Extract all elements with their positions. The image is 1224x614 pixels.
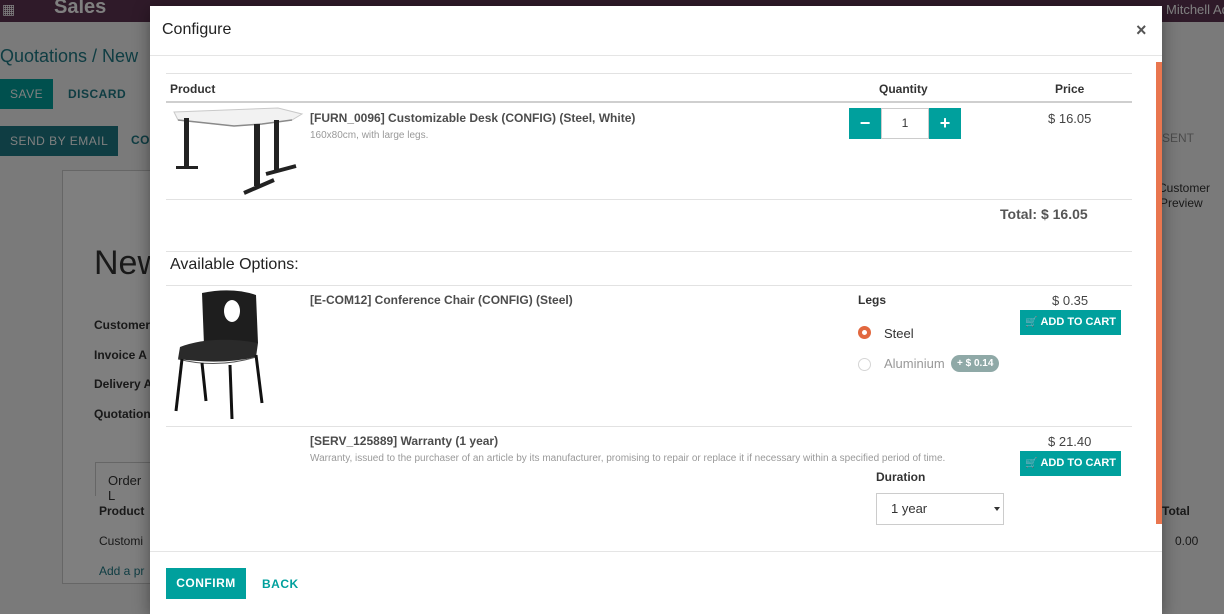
minus-icon[interactable]: − bbox=[849, 108, 881, 139]
attribute-label-duration: Duration bbox=[876, 470, 926, 484]
option-warranty-name: [SERV_125889] Warranty (1 year) bbox=[310, 434, 499, 448]
total-divider bbox=[166, 251, 1132, 252]
modal-scrollbar[interactable] bbox=[1156, 62, 1162, 524]
main-product-name: [FURN_0096] Customizable Desk (CONFIG) (… bbox=[310, 111, 636, 125]
header-price: Price bbox=[1055, 82, 1085, 96]
option-chair-price: $ 0.35 bbox=[1052, 293, 1089, 308]
header-product: Product bbox=[170, 82, 216, 96]
configure-modal: Configure × bbox=[150, 6, 1162, 614]
row-divider bbox=[166, 199, 1132, 200]
option-chair-name: [E-COM12] Conference Chair (CONFIG) (Ste… bbox=[310, 293, 573, 307]
add-to-cart-warranty-button[interactable]: 🛒 ADD TO CART bbox=[1020, 451, 1121, 476]
back-button[interactable]: BACK bbox=[262, 577, 299, 591]
options-divider bbox=[166, 285, 1132, 286]
header-quantity: Quantity bbox=[879, 82, 928, 96]
dropdown-caret-icon bbox=[994, 507, 1000, 511]
radio-aluminium[interactable] bbox=[858, 358, 871, 371]
chair-image bbox=[174, 290, 264, 420]
header-divider bbox=[166, 101, 1132, 103]
price-extra-badge: + $ 0.14 bbox=[951, 355, 1000, 372]
quantity-input[interactable]: 1 bbox=[881, 108, 929, 139]
desk-image bbox=[173, 107, 304, 195]
cart-icon: 🛒 bbox=[1024, 317, 1038, 328]
duration-select-value: 1 year bbox=[891, 501, 928, 516]
modal-title: Configure bbox=[162, 21, 232, 38]
add-to-cart-label: ADD TO CART bbox=[1040, 316, 1117, 328]
add-to-cart-chair-button[interactable]: 🛒 ADD TO CART bbox=[1020, 310, 1121, 335]
confirm-button[interactable]: CONFIRM bbox=[166, 568, 246, 599]
modal-footer bbox=[150, 551, 1162, 614]
attribute-label-legs: Legs bbox=[858, 293, 887, 307]
radio-steel[interactable] bbox=[858, 326, 871, 339]
close-icon[interactable]: × bbox=[1136, 20, 1147, 41]
radio-label-steel[interactable]: Steel bbox=[884, 326, 914, 341]
radio-label-aluminium[interactable]: Aluminium bbox=[884, 356, 945, 371]
total-amount: Total: $ 16.05 bbox=[1000, 206, 1088, 222]
plus-icon[interactable]: + bbox=[929, 108, 961, 139]
option-warranty-price: $ 21.40 bbox=[1048, 434, 1092, 449]
option-warranty-description: Warranty, issued to the purchaser of an … bbox=[310, 453, 946, 464]
main-product-description: 160x80cm, with large legs. bbox=[310, 130, 429, 141]
available-options-title: Available Options: bbox=[170, 256, 299, 273]
cart-icon: 🛒 bbox=[1024, 458, 1038, 469]
option-divider bbox=[166, 426, 1132, 427]
table-top-divider bbox=[166, 73, 1132, 74]
add-to-cart-label: ADD TO CART bbox=[1040, 457, 1117, 469]
duration-select[interactable]: 1 year bbox=[876, 493, 1004, 525]
main-product-price: $ 16.05 bbox=[1048, 111, 1092, 126]
modal-header: Configure × bbox=[150, 6, 1162, 56]
